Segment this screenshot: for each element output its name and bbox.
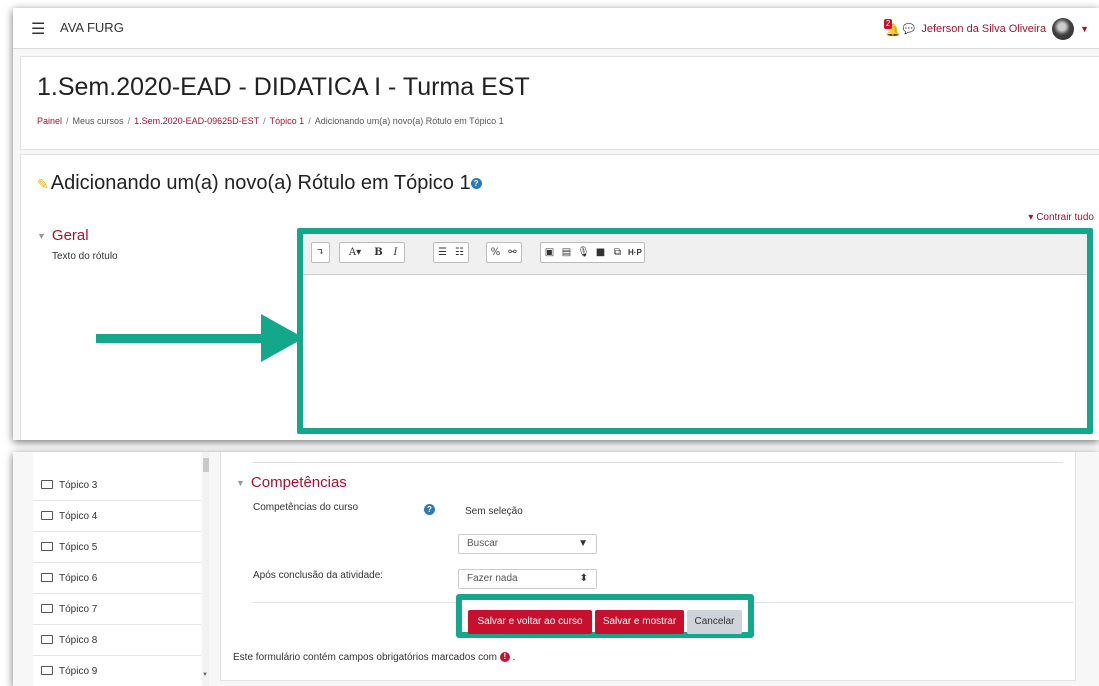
notification-bell-icon[interactable]: 🔔 2 xyxy=(883,18,901,37)
editor-toolbar: ↴ A▾ B I ☰ ☷ % ⚯ ▣ ▤ 🎙 ■ ⧉ H·P xyxy=(303,234,1087,275)
sidebar-item-label: Tópico 7 xyxy=(59,604,98,615)
sidebar-item-topico-6[interactable]: Tópico 6 xyxy=(33,563,201,594)
page-header: 1.Sem.2020-EAD - DIDATICA I - Turma EST … xyxy=(20,56,1099,150)
folder-icon xyxy=(41,572,53,582)
divider xyxy=(253,462,1063,463)
collapse-all-link[interactable]: ▾ Contrair tudo xyxy=(1028,212,1094,223)
sidebar-scroll-thumb[interactable] xyxy=(203,458,209,472)
site-name[interactable]: AVA FURG xyxy=(60,20,124,35)
link-icon[interactable]: % xyxy=(487,243,504,262)
competencies-card: ▼ Competências Competências do curso ? Se… xyxy=(220,452,1076,681)
collapse-all-text: Contrair tudo xyxy=(1036,212,1094,223)
toolbar-group-lists: ☰ ☷ xyxy=(433,242,469,263)
help-icon[interactable]: ? xyxy=(424,504,435,515)
breadcrumb-current: Adicionando um(a) novo(a) Rótulo em Tópi… xyxy=(314,116,504,126)
user-menu-area: 🔔 2 💬 Jeferson da Silva Oliveira ▼ xyxy=(883,18,1089,40)
sidebar-item-label: Tópico 5 xyxy=(59,542,98,553)
folder-icon xyxy=(41,510,53,520)
collapse-triangle-icon: ▼ xyxy=(236,478,245,489)
font-style-button[interactable]: A▾ xyxy=(340,243,370,262)
text-editor-highlight: ↴ A▾ B I ☰ ☷ % ⚯ ▣ ▤ 🎙 ■ ⧉ H·P xyxy=(297,228,1093,434)
save-display-button[interactable]: Salvar e mostrar xyxy=(595,610,684,634)
italic-button[interactable]: I xyxy=(387,243,404,262)
copy-icon[interactable]: ⧉ xyxy=(609,243,626,262)
menu-icon[interactable]: ☰ xyxy=(31,19,45,39)
sidebar-item-topico-8[interactable]: Tópico 8 xyxy=(33,625,201,656)
label-texto-rotulo: Texto do rótulo xyxy=(52,251,118,262)
sidebar-item-label: Tópico 4 xyxy=(59,511,98,522)
folder-icon xyxy=(41,634,53,644)
required-fields-note: Este formulário contém campos obrigatóri… xyxy=(233,652,516,663)
required-note-text: Este formulário contém campos obrigatóri… xyxy=(233,652,497,663)
folder-icon xyxy=(41,479,53,489)
media-icon[interactable]: ▤ xyxy=(558,243,575,262)
section-competencias-text: Competências xyxy=(250,474,347,491)
avatar[interactable] xyxy=(1052,18,1075,40)
scroll-down-icon[interactable]: ▼ xyxy=(202,672,208,678)
label-competencias-curso: Competências do curso xyxy=(253,502,359,513)
ordered-list-icon[interactable]: ☷ xyxy=(451,243,468,262)
video-icon[interactable]: ■ xyxy=(592,243,609,262)
toolbar-group-format: A▾ B I xyxy=(339,242,405,263)
sidebar-item-topico-7[interactable]: Tópico 7 xyxy=(33,594,201,625)
section-geral[interactable]: ▼ Geral xyxy=(37,227,89,244)
breadcrumb-course[interactable]: 1.Sem.2020-EAD-09625D-EST xyxy=(134,116,259,126)
editor-content-area[interactable] xyxy=(303,275,1087,428)
section-competencias[interactable]: ▼ Competências xyxy=(236,474,347,491)
after-completion-select[interactable]: Fazer nada ⬍ xyxy=(458,569,597,589)
unordered-list-icon[interactable]: ☰ xyxy=(434,243,451,262)
course-index-sidebar: Tópico 3 Tópico 4 Tópico 5 Tópico 6 Tópi… xyxy=(33,452,201,686)
section-geral-text: Geral xyxy=(51,227,89,244)
sidebar-scrollbar[interactable] xyxy=(203,452,209,686)
dropdown-arrow-icon: ▼ xyxy=(578,538,588,549)
save-return-button[interactable]: Salvar e voltar ao curso xyxy=(468,610,592,634)
toolbar-group-expand: ↴ xyxy=(311,242,330,263)
toolbar-group-links: % ⚯ xyxy=(486,242,522,263)
microphone-icon[interactable]: 🎙 xyxy=(575,243,592,262)
form-title-text: Adicionando um(a) novo(a) Rótulo em Tópi… xyxy=(50,172,471,194)
bold-button[interactable]: B xyxy=(370,243,387,262)
pencil-icon: ✎ xyxy=(37,176,49,192)
sidebar-item-topico-9[interactable]: Tópico 9 xyxy=(33,656,201,686)
sidebar-item-label: Tópico 8 xyxy=(59,635,98,646)
toolbar-group-media: ▣ ▤ 🎙 ■ ⧉ H·P xyxy=(540,242,645,263)
sidebar-item-topico-3[interactable]: Tópico 3 xyxy=(33,470,201,501)
navbar: ☰ AVA FURG 🔔 2 💬 Jeferson da Silva Olivei… xyxy=(13,8,1099,49)
search-placeholder: Buscar xyxy=(467,538,499,549)
required-icon: ! xyxy=(499,652,510,663)
breadcrumb: Painel / Meus cursos/1.Sem.2020-EAD-09625D… xyxy=(37,116,504,126)
image-icon[interactable]: ▣ xyxy=(541,243,558,262)
chat-icon[interactable]: 💬 xyxy=(903,24,915,35)
after-completion-value: Fazer nada xyxy=(467,573,518,584)
caret-down-icon[interactable]: ▼ xyxy=(1080,24,1089,34)
cancel-button[interactable]: Cancelar xyxy=(687,610,742,634)
collapse-triangle-icon: ▼ xyxy=(37,231,46,242)
breadcrumb-topico[interactable]: Tópico 1 xyxy=(270,116,305,126)
expand-toolbar-button[interactable]: ↴ xyxy=(312,243,329,262)
notification-badge: 2 xyxy=(883,18,893,29)
folder-icon xyxy=(41,541,53,551)
breadcrumb-meus-cursos[interactable]: Meus cursos xyxy=(73,116,124,126)
h5p-button[interactable]: H·P xyxy=(626,243,644,262)
search-competencies-select[interactable]: Buscar ▼ xyxy=(458,534,597,554)
no-selection-text: Sem seleção xyxy=(465,506,523,517)
sidebar-item-topico-5[interactable]: Tópico 5 xyxy=(33,532,201,563)
course-title: 1.Sem.2020-EAD - DIDATICA I - Turma EST xyxy=(37,73,530,101)
bottom-screenshot-panel: Tópico 3 Tópico 4 Tópico 5 Tópico 6 Tópi… xyxy=(13,452,1099,686)
sidebar-item-topico-4[interactable]: Tópico 4 xyxy=(33,501,201,532)
unlink-icon[interactable]: ⚯ xyxy=(504,243,521,262)
help-icon[interactable]: ? xyxy=(470,178,482,190)
green-arrow-icon xyxy=(96,314,304,362)
label-apos-conclusao: Após conclusão da atividade: xyxy=(253,570,384,581)
breadcrumb-painel[interactable]: Painel xyxy=(37,116,62,126)
user-name[interactable]: Jeferson da Silva Oliveira xyxy=(921,23,1046,35)
form-title: ✎ Adicionando um(a) novo(a) Rótulo em Tóp… xyxy=(37,172,482,195)
sidebar-item-label: Tópico 6 xyxy=(59,573,98,584)
updown-arrow-icon: ⬍ xyxy=(579,573,588,584)
folder-icon xyxy=(41,603,53,613)
sidebar-item-label: Tópico 3 xyxy=(59,480,98,491)
folder-icon xyxy=(41,665,53,675)
sidebar-item-label: Tópico 9 xyxy=(59,666,98,677)
